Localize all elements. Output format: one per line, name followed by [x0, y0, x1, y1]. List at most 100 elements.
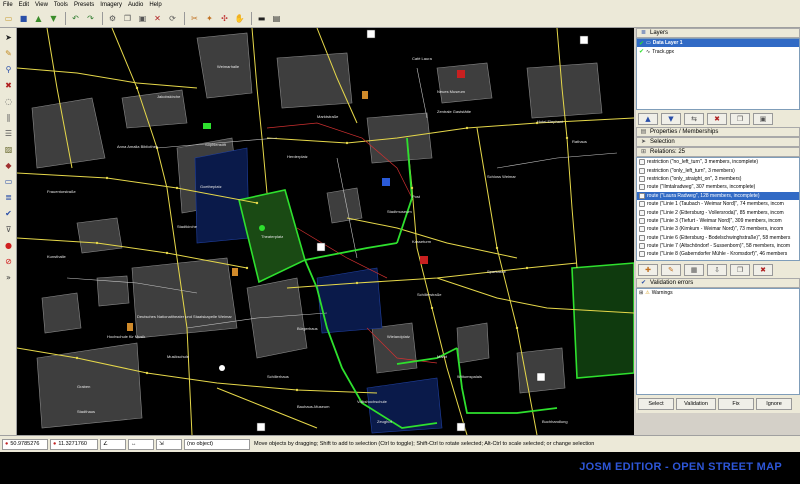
parallel-icon[interactable]: ∥: [2, 111, 15, 124]
toolbar-divider: [102, 12, 103, 25]
waypoint-icon[interactable]: ◆: [2, 159, 15, 172]
layers-panel-title[interactable]: ≣ Layers: [636, 28, 800, 38]
download-icon[interactable]: ▼: [47, 12, 60, 25]
menu-audio[interactable]: Audio: [128, 2, 143, 8]
menu-tools[interactable]: Tools: [54, 2, 68, 8]
redo-icon[interactable]: ↷: [84, 12, 97, 25]
relation-row[interactable]: route ("Linie 3 (Tiefurt - Weimar Nord)"…: [637, 217, 799, 225]
bus-icon[interactable]: ▬: [255, 12, 268, 25]
arrows-icon[interactable]: ✣: [218, 12, 231, 25]
relation-icon: [639, 192, 645, 199]
upload-icon[interactable]: ▲: [32, 12, 45, 25]
merge-icon[interactable]: ⇆: [684, 112, 704, 125]
relation-row[interactable]: route ("Linie 2 (Ettersburg - Vollersrod…: [637, 208, 799, 216]
relation-icon: [639, 159, 645, 166]
map-label: Wielandplatz: [387, 334, 410, 339]
check-icon[interactable]: ✔: [2, 207, 15, 220]
layer-icon: ▭: [646, 40, 651, 47]
filter-icon[interactable]: ⊽: [2, 223, 15, 236]
select-icon[interactable]: ➤: [2, 31, 15, 44]
map-canvas[interactable]: Theaterplatz Wielandplatz Goetheplatz So…: [17, 28, 634, 435]
validation-button[interactable]: Validation: [676, 398, 716, 410]
relation-row[interactable]: route ("Linie 6 (Ettersburg - Bodelschwi…: [637, 234, 799, 242]
wand-icon[interactable]: ✦: [203, 12, 216, 25]
duplicate-icon[interactable]: ❐: [730, 112, 750, 125]
error-icon[interactable]: ●: [2, 239, 15, 252]
relation-row[interactable]: restriction ("only_left_turn", 3 members…: [637, 166, 799, 174]
relation-row[interactable]: route ("Ilmtalradweg", 307 members, inco…: [637, 183, 799, 191]
cancel-icon[interactable]: ⊘: [2, 255, 15, 268]
paste-icon[interactable]: ▣: [136, 12, 149, 25]
download-members-icon[interactable]: ⇩: [707, 263, 727, 276]
delete-layer-icon[interactable]: ✖: [707, 112, 727, 125]
properties-panel-title[interactable]: ▤ Properties / Memberships: [636, 127, 800, 137]
delete-relation-icon[interactable]: ✖: [753, 263, 773, 276]
select-members-icon[interactable]: ▦: [684, 263, 704, 276]
align-icon[interactable]: ☰: [2, 127, 15, 140]
menu-file[interactable]: File: [3, 2, 13, 8]
relation-row[interactable]: restriction ("only_straight_on", 3 membe…: [637, 175, 799, 183]
map-label: Zeughof: [377, 419, 393, 424]
delete-icon[interactable]: ✖: [2, 79, 15, 92]
side-panel: ≣ Layers ✔ ▭ Data Layer 1 ✔ ∿ Track.gpx …: [636, 28, 800, 435]
main-toolbar: ▭ ■ ▲ ▼ ↶ ↷ ⚙ ❐ ▣ ✕ ⟳ ✂ ✦ ✣ ✋ ▬ ▤: [0, 10, 800, 28]
copy-icon[interactable]: ❐: [121, 12, 134, 25]
selection-panel-title[interactable]: ➤ Selection: [636, 137, 800, 147]
relation-row[interactable]: route ("Linie 7 (Altschöndorf - Sussenbo…: [637, 242, 799, 250]
heading-field: ∠: [100, 438, 126, 450]
layer-row[interactable]: ✔ ▭ Data Layer 1: [637, 39, 799, 48]
map-label: Herderplatz: [287, 154, 308, 159]
edit-relation-icon[interactable]: ✎: [661, 263, 681, 276]
relations-panel-title[interactable]: ⊞ Relations: 25: [636, 147, 800, 157]
relation-row[interactable]: route ("Linie 8 (Gaberndorfer Mühle - Kr…: [637, 250, 799, 258]
menu-imagery[interactable]: Imagery: [100, 2, 122, 8]
expand-icon[interactable]: ⊞: [639, 290, 643, 296]
relation-row-selected[interactable]: route ("Laura Radweg", 128 members, inco…: [637, 191, 799, 200]
toolbar-divider: [65, 12, 66, 25]
map-label: Buchhandlung: [542, 419, 568, 424]
map-view[interactable]: Theaterplatz Wielandplatz Goetheplatz So…: [17, 28, 634, 435]
duplicate-relation-icon[interactable]: ❐: [730, 263, 750, 276]
refresh-icon[interactable]: ⟳: [166, 12, 179, 25]
lat-icon: ●: [5, 441, 9, 447]
distance-field: ⇲: [156, 438, 182, 450]
menu-help[interactable]: Help: [149, 2, 161, 8]
visible-check-icon[interactable]: ✔: [639, 40, 644, 47]
relation-row[interactable]: route ("Linie 3 (Kirnkum - Weimar Nord)"…: [637, 225, 799, 233]
bus-stop-icon[interactable]: ▭: [2, 175, 15, 188]
map-label: Jakobskirche: [157, 94, 181, 99]
warnings-node[interactable]: ⊞ ⚠ Warnings: [637, 289, 799, 297]
more-icon[interactable]: »: [2, 271, 15, 284]
map-label: Weimarhalle: [217, 64, 240, 69]
menu-view[interactable]: View: [35, 2, 48, 8]
preferences-icon[interactable]: ⚙: [106, 12, 119, 25]
select-button[interactable]: Select: [638, 398, 674, 410]
lasso-icon[interactable]: ◌: [2, 95, 15, 108]
open-icon[interactable]: ▭: [2, 12, 15, 25]
relation-row[interactable]: route ("Linie 1 (Taubach - Weimar Nord)"…: [637, 200, 799, 208]
layers-icon[interactable]: ≣: [2, 191, 15, 204]
save-icon[interactable]: ■: [17, 12, 30, 25]
menu-edit[interactable]: Edit: [19, 2, 29, 8]
ignore-button[interactable]: Ignore: [756, 398, 792, 410]
hand-icon[interactable]: ✋: [233, 12, 246, 25]
zoom-icon[interactable]: ⚲: [2, 63, 15, 76]
warning-icon: ⚠: [645, 290, 650, 297]
menu-presets[interactable]: Presets: [74, 2, 94, 8]
fix-button[interactable]: Fix: [718, 398, 754, 410]
delete-icon[interactable]: ✕: [151, 12, 164, 25]
relation-row[interactable]: restriction ("no_left_turn", 3 members, …: [637, 158, 799, 166]
move-up-icon[interactable]: ▲: [638, 112, 658, 125]
visible-check-icon[interactable]: ✔: [639, 48, 644, 55]
scissors-icon[interactable]: ✂: [188, 12, 201, 25]
map-label: Goetheplatz: [200, 184, 222, 189]
move-down-icon[interactable]: ▼: [661, 112, 681, 125]
new-relation-icon[interactable]: ✚: [638, 263, 658, 276]
validation-panel-title[interactable]: ✔ Validation errors: [636, 278, 800, 288]
activate-icon[interactable]: ▣: [753, 112, 773, 125]
photo-icon[interactable]: ▨: [2, 143, 15, 156]
train-icon[interactable]: ▤: [270, 12, 283, 25]
layer-row[interactable]: ✔ ∿ Track.gpx: [637, 47, 799, 56]
draw-icon[interactable]: ✎: [2, 47, 15, 60]
undo-icon[interactable]: ↶: [69, 12, 82, 25]
